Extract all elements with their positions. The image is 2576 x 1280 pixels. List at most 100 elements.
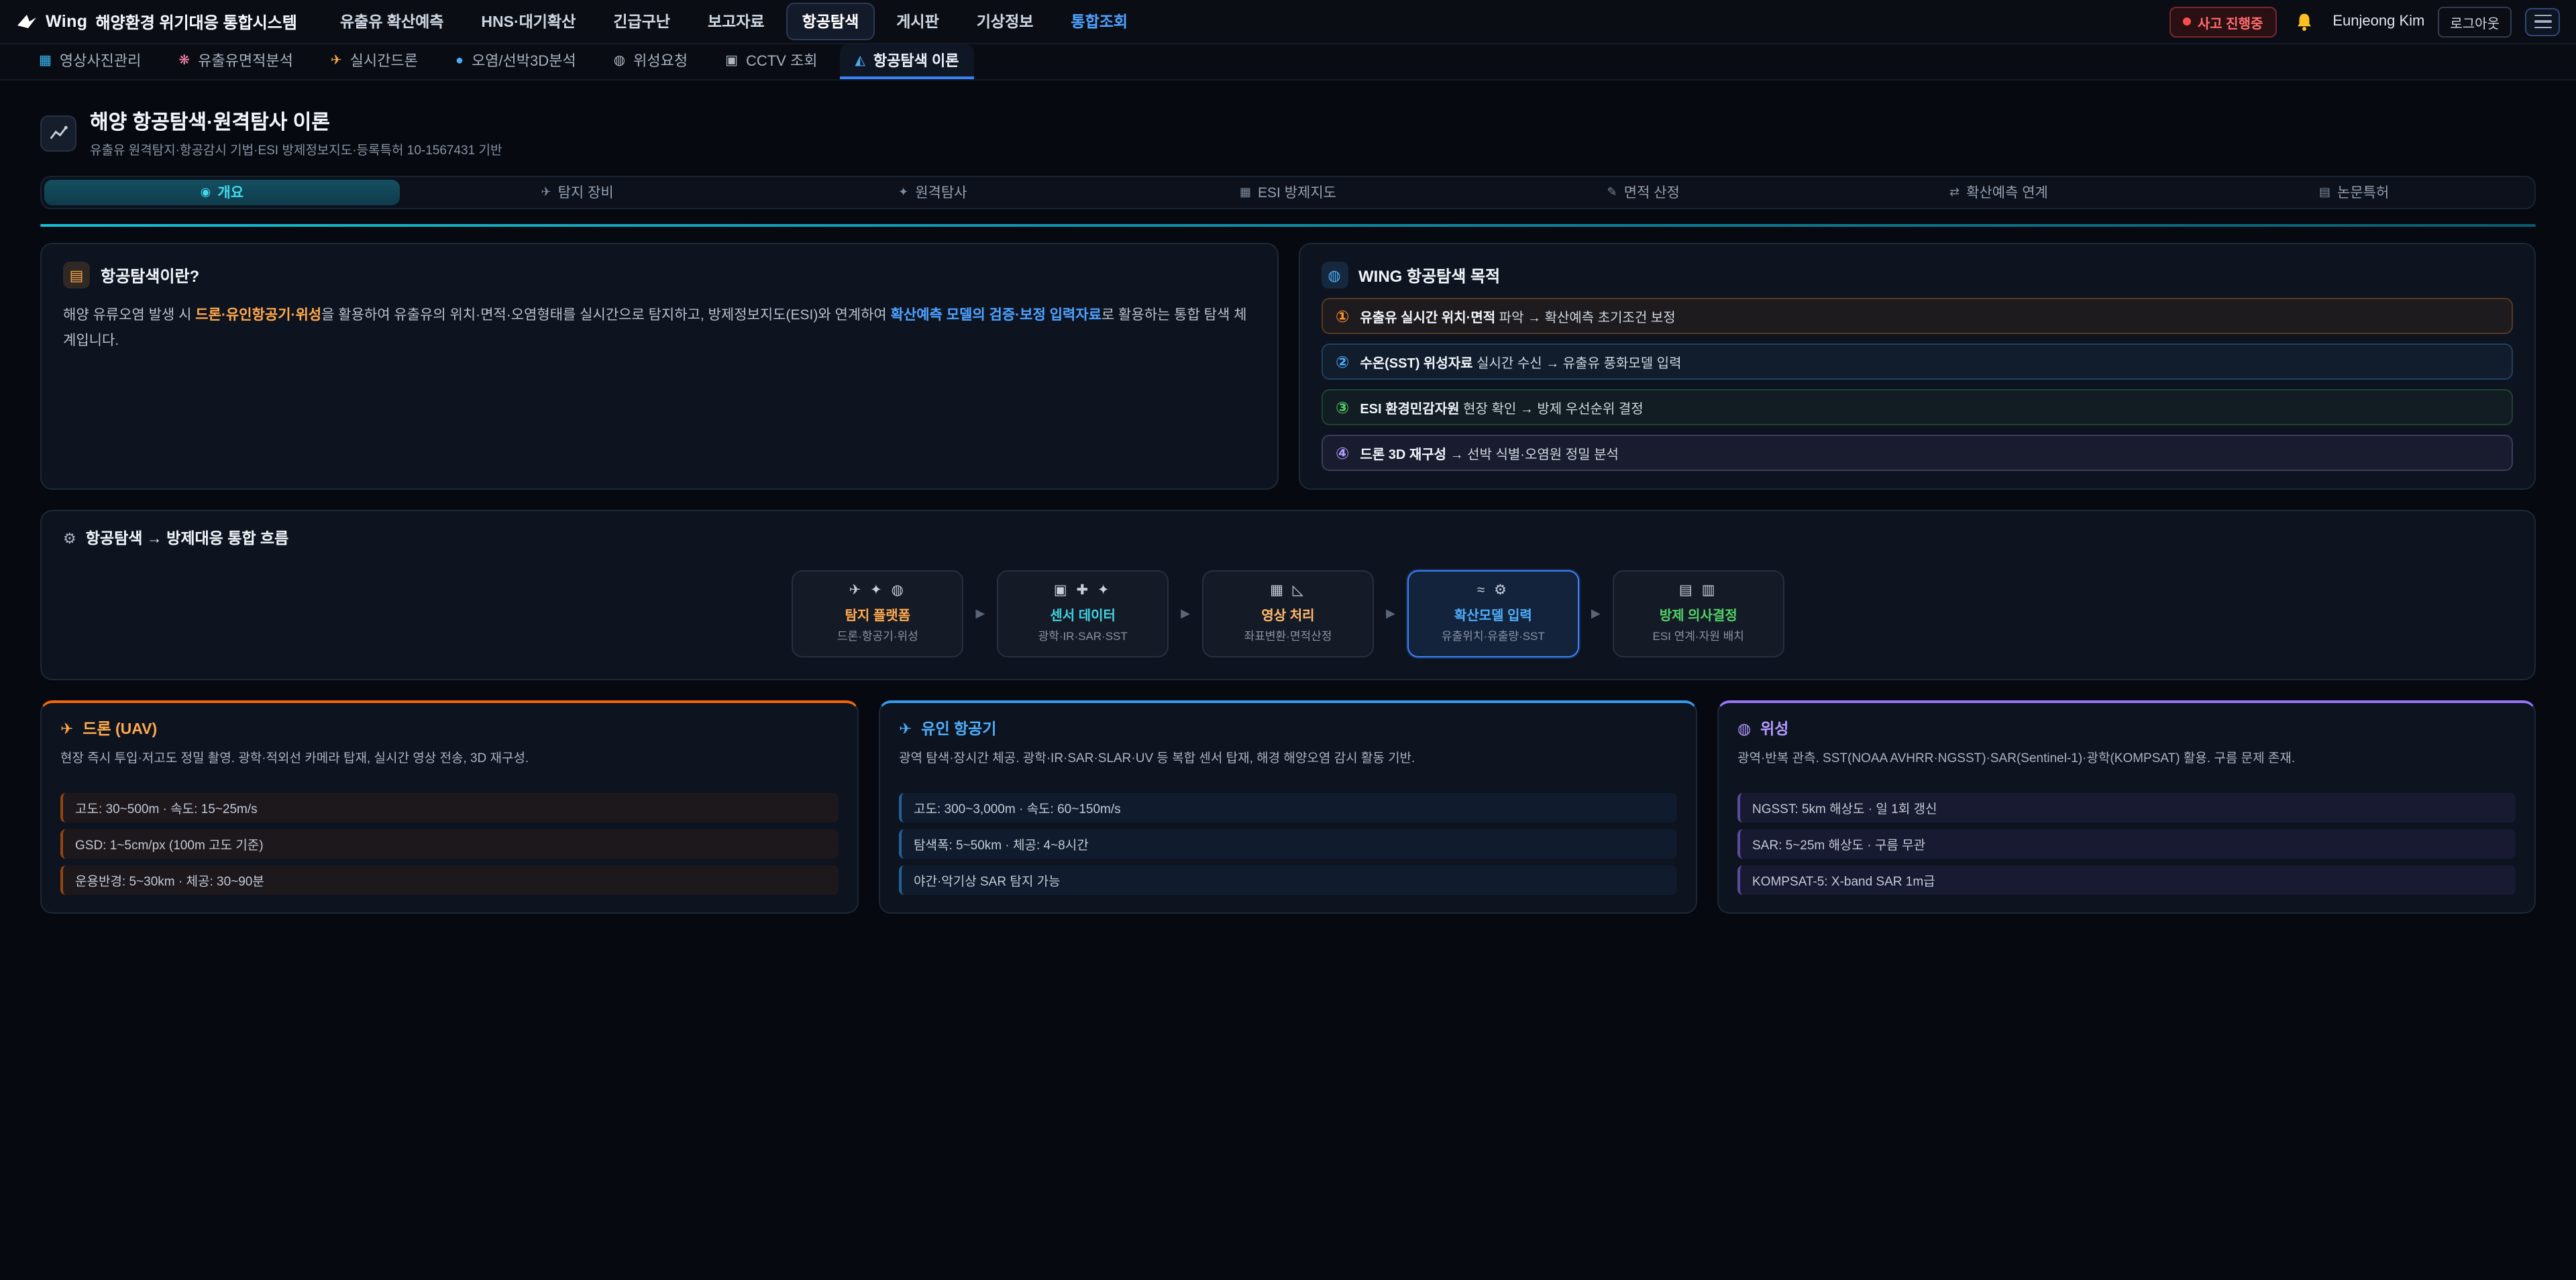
subnav-aerial-theory[interactable]: ◭ 항공탐색 이론 [840, 44, 973, 79]
section-divider [40, 224, 2536, 227]
page-header-radar-icon [40, 115, 76, 151]
subnav-pollution-ship-3d[interactable]: ● 오염/선박3D분석 [441, 44, 591, 79]
palette-icon: ❋ [178, 53, 190, 68]
subnav-image-photo-mgmt[interactable]: ▦ 영상사진관리 [24, 44, 156, 79]
satellite-description: 광역·반복 관측. SST(NOAA AVHRR·NGSST)·SAR(Sent… [1737, 749, 2516, 786]
aircraft-description: 광역 탐색·장시간 체공. 광학·IR·SAR·SLAR·UV 등 복합 센서 … [899, 749, 1677, 786]
purpose-item-4: ④ 드론 3D 재구성 → 선박 식별·오염원 정밀 분석 [1321, 435, 2513, 471]
subnav-cctv-view[interactable]: ▣ CCTV 조회 [710, 44, 832, 79]
drone-spec-altitude: 고도: 30~500m · 속도: 15~25m/s [60, 793, 839, 822]
gear-icon: ⚙ [63, 529, 76, 547]
drone-icon: ✈ [331, 53, 342, 68]
top-navbar: Wing 해양환경 위기대응 통합시스템 유출유 확산예측 HNS·대기확산 긴… [0, 0, 2576, 44]
sensor-icons: ▣ ✚ ✦ [1009, 582, 1157, 598]
clipboard-icon: ▤ [63, 262, 90, 288]
intro-card: ▤ 항공탐색이란? 해양 유류오염 발생 시 드론·유인항공기·위성을 활용하여… [40, 243, 1278, 490]
nav-board[interactable]: 게시판 [880, 3, 955, 40]
model-icons: ≈ ⚙ [1419, 582, 1567, 598]
page-subtitle: 유출유 원격탐지·항공감시 기법·ESI 방제정보지도·등록특허 10-1567… [90, 140, 502, 158]
drone-description: 현장 즉시 투입·저고도 정밀 촬영. 광학·적외선 카메라 탑재, 실시간 영… [60, 749, 839, 786]
user-name: Eunjeong Kim [2332, 13, 2424, 30]
drone-icon: ✈ [60, 719, 73, 738]
incident-status-badge[interactable]: 사고 진행중 [2169, 6, 2277, 37]
arrow-icon: ▶ [1386, 606, 1395, 621]
drone-spec-gsd: GSD: 1~5cm/px (100m 고도 기준) [60, 829, 839, 859]
satellite-card-title: 위성 [1760, 718, 1788, 739]
main-nav: 유출유 확산예측 HNS·대기확산 긴급구난 보고자료 항공탐색 게시판 기상정… [324, 3, 1144, 40]
droplet-icon: ● [455, 53, 464, 68]
tab-remote-sensing[interactable]: ✦원격탐사 [755, 180, 1110, 205]
satellite-spec-ngsst: NGSST: 5km 해상도 · 일 1회 갱신 [1737, 793, 2516, 822]
satellite-spec-sar: SAR: 5~25m 해상도 · 구름 무관 [1737, 829, 2516, 859]
notification-bell-icon[interactable] [2290, 7, 2319, 36]
nav-integrated-search[interactable]: 통합조회 [1055, 3, 1144, 40]
arrow-icon: ▶ [975, 606, 985, 621]
purpose-title: WING 항공탐색 목적 [1358, 264, 1500, 286]
drone-card: ✈ 드론 (UAV) 현장 즉시 투입·저고도 정밀 촬영. 광학·적외선 카메… [40, 700, 859, 914]
flow-step-model-input[interactable]: ≈ ⚙ 확산모델 입력 유출위치·유출량·SST [1407, 570, 1579, 657]
page-title: 해양 항공탐색·원격탐사 이론 [90, 107, 502, 136]
flow-card: ⚙ 항공탐색 → 방제대응 통합 흐름 ✈ ✦ ◍ 탐지 플랫폼 드론·항공기·… [40, 510, 2536, 680]
page-header: 해양 항공탐색·원격탐사 이론 유출유 원격탐지·항공감시 기법·ESI 방제정… [40, 107, 2536, 158]
aircraft-card: ✈ 유인 항공기 광역 탐색·장시간 체공. 광학·IR·SAR·SLAR·UV… [879, 700, 1697, 914]
incident-status-label: 사고 진행중 [2198, 11, 2263, 32]
sub-navbar: ▦ 영상사진관리 ❋ 유출유면적분석 ✈ 실시간드론 ● 오염/선박3D분석 ◍… [0, 44, 2576, 81]
satellite-icon: ◍ [1737, 719, 1751, 738]
theory-tabbar: ◉개요 ✈탐지 장비 ✦원격탐사 ▦ESI 방제지도 ✎면적 산정 ⇄확산예측 … [40, 176, 2536, 209]
image-icon: ▦ [39, 53, 52, 68]
cctv-icon: ▣ [725, 53, 738, 68]
subnav-realtime-drone[interactable]: ✈ 실시간드론 [316, 44, 433, 79]
menu-toggle-button[interactable] [2525, 7, 2560, 36]
satellite-icon: ◍ [614, 53, 625, 68]
logout-button[interactable]: 로그아웃 [2438, 6, 2512, 37]
main-content: 해양 항공탐색·원격탐사 이론 유출유 원격탐지·항공감시 기법·ESI 방제정… [0, 81, 2576, 914]
tab-papers-patents[interactable]: ▤논문특허 [2176, 180, 2532, 205]
decision-icons: ▤ ▥ [1625, 582, 1772, 598]
purpose-item-1: ① 유출유 실시간 위치·면적 파악 → 확산예측 초기조건 보정 [1321, 298, 2513, 334]
subnav-oil-area-analysis[interactable]: ❋ 유출유면적분석 [164, 44, 307, 79]
platform-icons: ✈ ✦ ◍ [804, 582, 951, 598]
nav-hns-air-diffusion[interactable]: HNS·대기확산 [465, 3, 592, 40]
flow-step-image-processing[interactable]: ▦ ◺ 영상 처리 좌표변환·면적산정 [1202, 570, 1374, 657]
aircraft-spec-altitude: 고도: 300~3,000m · 속도: 60~150m/s [899, 793, 1677, 822]
arrow-icon: ▶ [1181, 606, 1190, 621]
aircraft-card-title: 유인 항공기 [921, 718, 996, 739]
purpose-card: ◍ WING 항공탐색 목적 ① 유출유 실시간 위치·면적 파악 → 확산예측… [1298, 243, 2536, 490]
flow-title: 항공탐색 → 방제대응 통합 흐름 [86, 527, 289, 549]
nav-oil-spill-diffusion[interactable]: 유출유 확산예측 [324, 3, 460, 40]
intro-paragraph: 해양 유류오염 발생 시 드론·유인항공기·위성을 활용하여 유출유의 위치·면… [63, 303, 1255, 354]
purpose-item-2: ② 수온(SST) 위성자료 실시간 수신 → 유출유 풍화모델 입력 [1321, 343, 2513, 380]
aircraft-icon: ✈ [899, 719, 912, 738]
app-logo[interactable]: Wing 해양환경 위기대응 통합시스템 [16, 10, 297, 33]
satellite-spec-kompsat: KOMPSAT-5: X-band SAR 1m급 [1737, 865, 2516, 895]
logo-text: Wing [46, 12, 87, 31]
flow-step-response-decision[interactable]: ▤ ▥ 방제 의사결정 ESI 연계·자원 배치 [1613, 570, 1784, 657]
aircraft-spec-width: 탐색폭: 5~50km · 체공: 4~8시간 [899, 829, 1677, 859]
flow-step-detection-platform[interactable]: ✈ ✦ ◍ 탐지 플랫폼 드론·항공기·위성 [792, 570, 963, 657]
tab-esi-map[interactable]: ▦ESI 방제지도 [1110, 180, 1466, 205]
purpose-item-3: ③ ESI 환경민감자원 현장 확인 → 방제 우선순위 결정 [1321, 389, 2513, 425]
nav-aerial-search[interactable]: 항공탐색 [786, 3, 875, 40]
intro-title: 항공탐색이란? [101, 264, 199, 286]
nav-weather-info[interactable]: 기상정보 [961, 3, 1050, 40]
flow-step-sensor-data[interactable]: ▣ ✚ ✦ 센서 데이터 광학·IR·SAR·SST [997, 570, 1169, 657]
subnav-satellite-request[interactable]: ◍ 위성요청 [599, 44, 702, 79]
tab-detection-equipment[interactable]: ✈탐지 장비 [400, 180, 755, 205]
nav-report-data[interactable]: 보고자료 [692, 3, 781, 40]
chart-icon: ◭ [855, 53, 865, 68]
tab-area-calculation[interactable]: ✎면적 산정 [1466, 180, 1821, 205]
satellite-icon: ◍ [1321, 262, 1348, 288]
arrow-icon: ▶ [1591, 606, 1601, 621]
aircraft-spec-sar: 야간·악기상 SAR 탐지 가능 [899, 865, 1677, 895]
tab-overview[interactable]: ◉개요 [44, 180, 400, 205]
satellite-card: ◍ 위성 광역·반복 관측. SST(NOAA AVHRR·NGSST)·SAR… [1717, 700, 2536, 914]
app-title: 해양환경 위기대응 통합시스템 [95, 10, 297, 33]
drone-spec-range: 운용반경: 5~30km · 체공: 30~90분 [60, 865, 839, 895]
alert-dot-icon [2183, 17, 2191, 25]
tab-prediction-link[interactable]: ⇄확산예측 연계 [1821, 180, 2177, 205]
processing-icons: ▦ ◺ [1214, 582, 1362, 598]
nav-emergency-rescue[interactable]: 긴급구난 [597, 3, 686, 40]
drone-card-title: 드론 (UAV) [83, 718, 157, 739]
wing-logo-icon [16, 11, 38, 32]
flow-steps: ✈ ✦ ◍ 탐지 플랫폼 드론·항공기·위성 ▶ ▣ ✚ ✦ 센서 데이터 광학… [63, 570, 2513, 657]
